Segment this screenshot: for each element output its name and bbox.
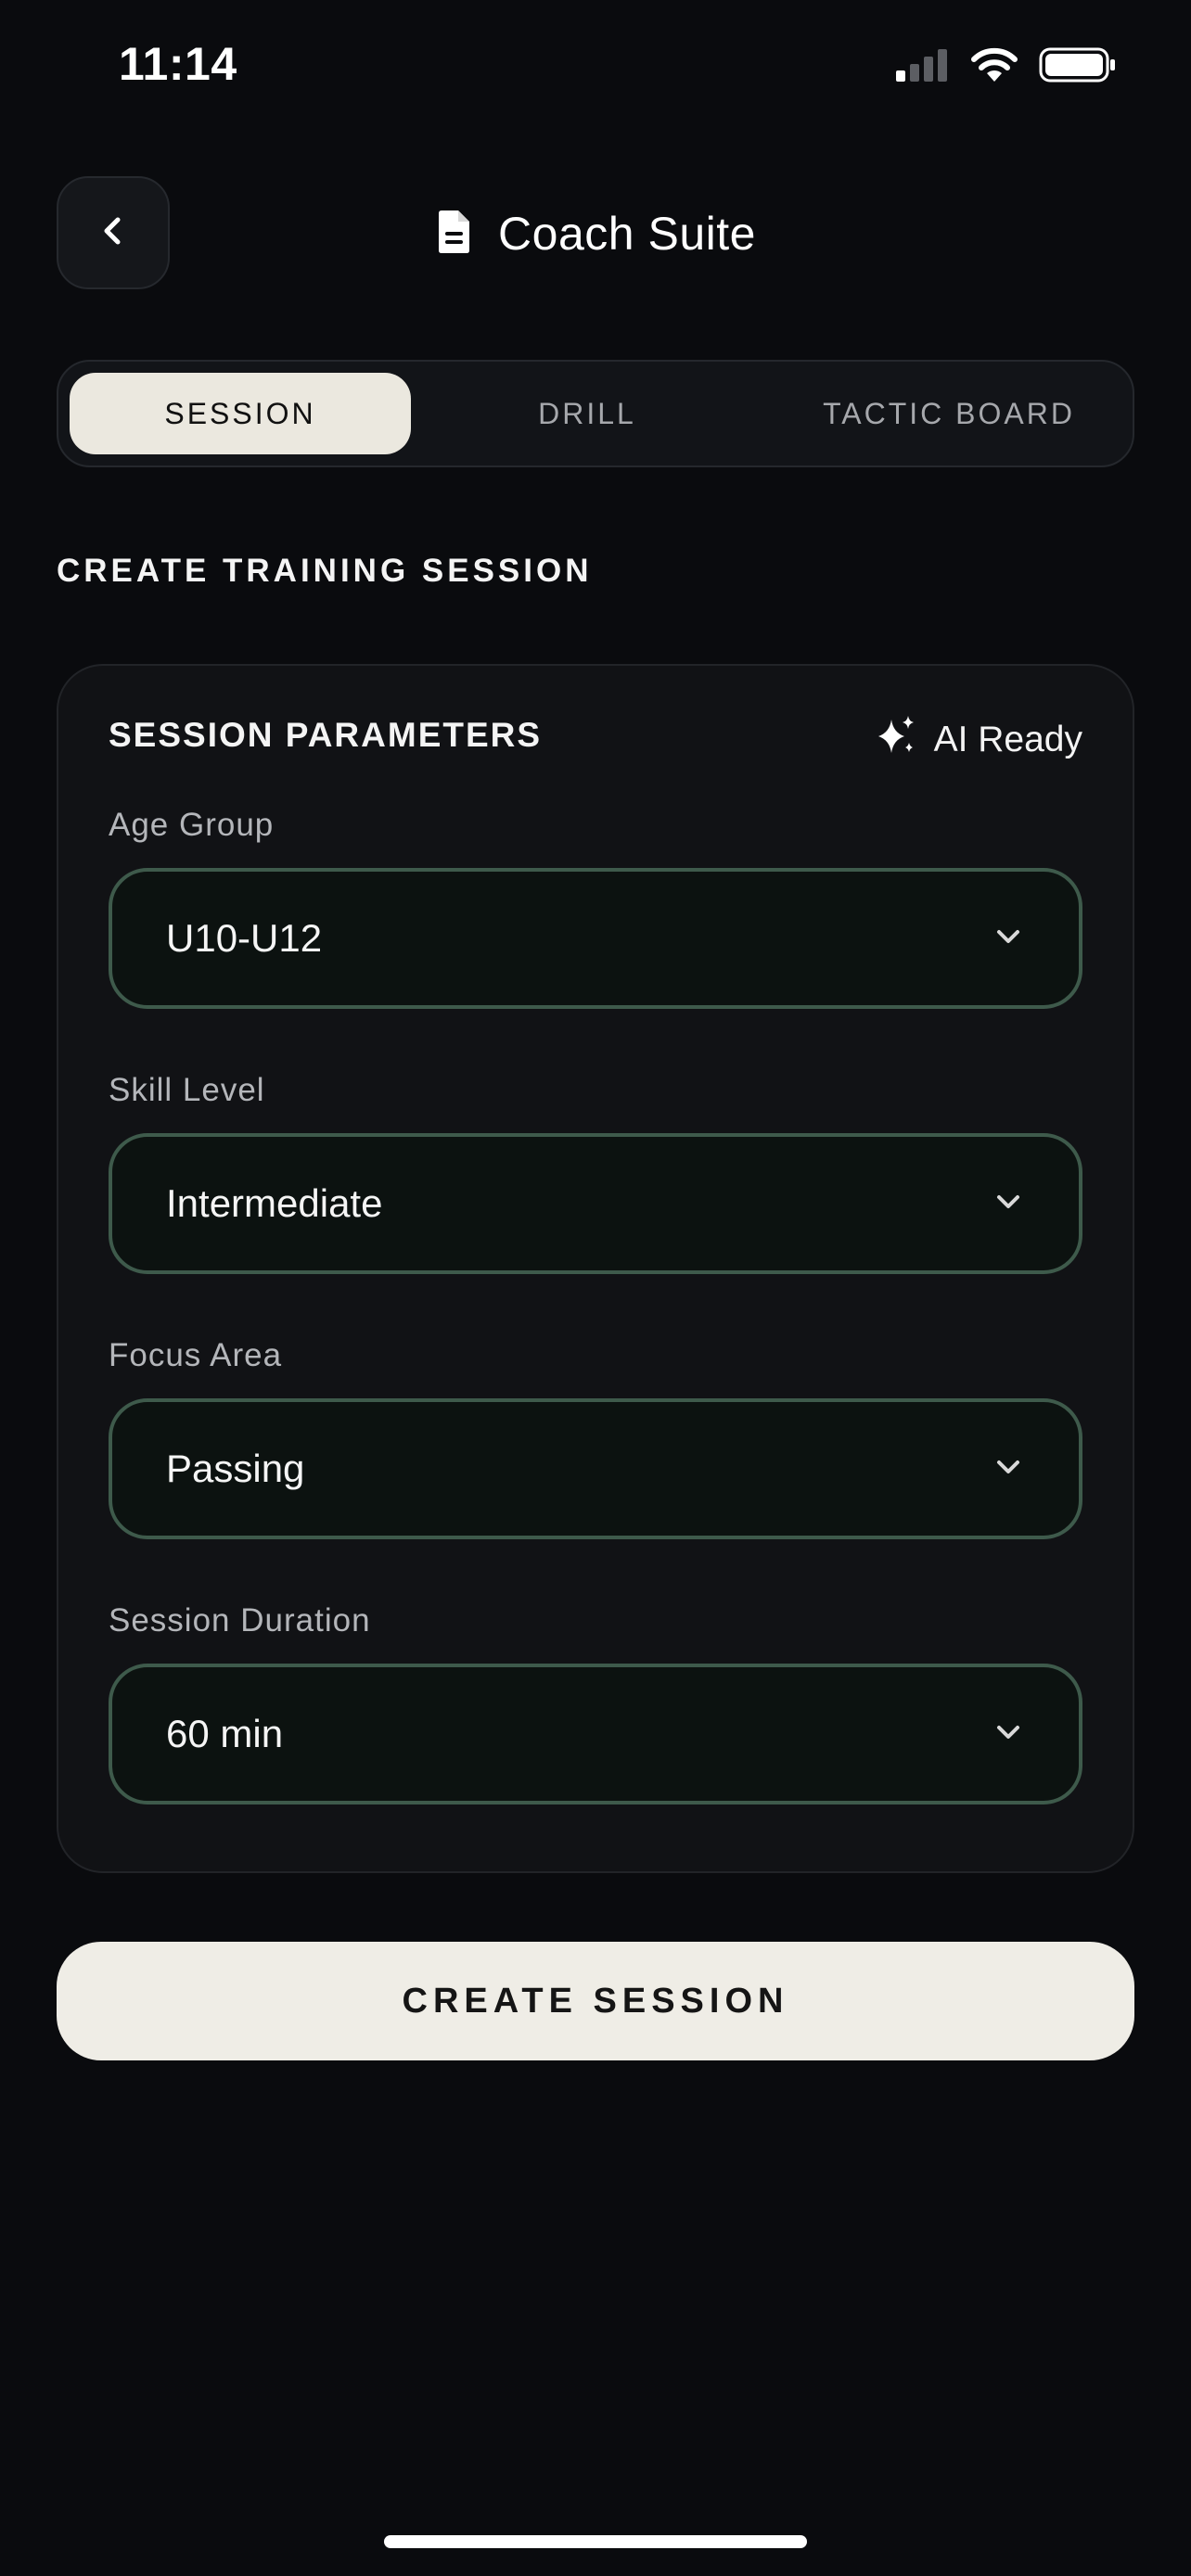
chevron-down-icon [992,1715,1025,1753]
focus-area-value: Passing [166,1447,305,1490]
section-heading: CREATE TRAINING SESSION [57,553,593,589]
status-time: 11:14 [119,38,237,90]
ai-ready-label: AI Ready [933,720,1082,759]
focus-area-select[interactable]: Passing [109,1398,1082,1539]
segmented-tabs: SESSION DRILL TACTIC BOARD [57,360,1134,467]
status-icons [894,46,1117,88]
wifi-icon [970,46,1018,88]
page-title: Coach Suite [498,208,756,260]
chevron-down-icon [992,1450,1025,1488]
age-group-label: Age Group [109,807,275,843]
cellular-signal-icon [894,46,950,88]
focus-area-label: Focus Area [109,1337,283,1373]
skill-level-select[interactable]: Intermediate [109,1133,1082,1274]
tab-session[interactable]: SESSION [70,373,411,454]
ai-ready-badge: AI Ready [875,714,1082,766]
card-title: SESSION PARAMETERS [109,716,543,754]
chevron-down-icon [992,920,1025,958]
sparkles-icon [875,714,917,766]
tab-drill[interactable]: DRILL [416,373,758,454]
document-icon [435,210,472,259]
age-group-value: U10-U12 [166,916,323,960]
home-indicator[interactable] [384,2535,807,2548]
header: Coach Suite [0,197,1191,271]
tab-tactic-board[interactable]: TACTIC BOARD [773,373,1125,454]
session-duration-select[interactable]: 60 min [109,1664,1082,1804]
session-duration-label: Session Duration [109,1602,371,1639]
create-session-button[interactable]: CREATE SESSION [57,1942,1134,2060]
battery-icon [1039,46,1117,88]
chevron-down-icon [992,1185,1025,1223]
skill-level-label: Skill Level [109,1072,265,1108]
age-group-select[interactable]: U10-U12 [109,868,1082,1009]
skill-level-value: Intermediate [166,1181,383,1225]
session-duration-value: 60 min [166,1712,284,1755]
